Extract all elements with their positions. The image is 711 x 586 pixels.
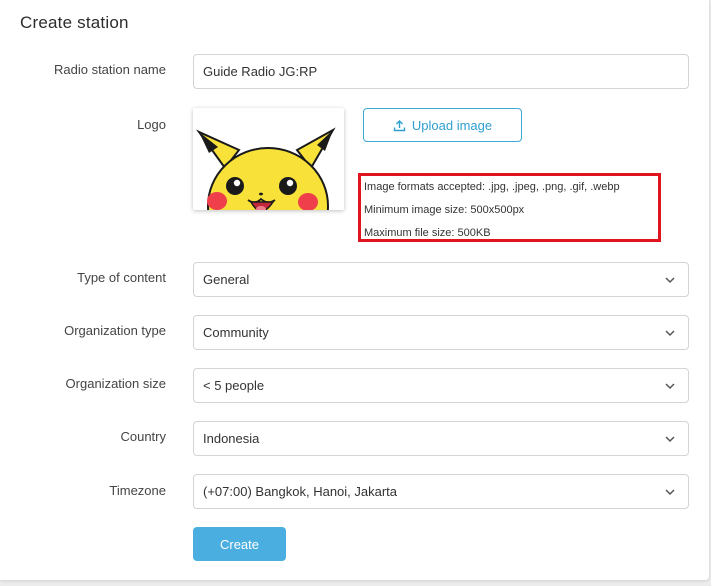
min-image-size-text: Minimum image size: 500x500px	[364, 204, 525, 216]
country-select[interactable]: Indonesia	[193, 421, 689, 456]
organization-size-label: Organization size	[65, 376, 166, 391]
radio-station-name-input[interactable]	[193, 54, 689, 89]
country-value: Indonesia	[203, 431, 260, 446]
chevron-down-icon	[665, 330, 675, 337]
organization-size-select[interactable]: < 5 people	[193, 368, 689, 403]
logo-preview	[193, 108, 344, 210]
radio-station-name-label: Radio station name	[53, 62, 166, 77]
create-button[interactable]: Create	[193, 527, 286, 561]
upload-icon	[393, 119, 406, 131]
country-label: Country	[120, 429, 166, 444]
organization-type-value: Community	[203, 325, 269, 340]
type-of-content-value: General	[203, 272, 250, 287]
pikachu-logo-image	[195, 127, 336, 210]
create-station-card: Create station Radio station name Logo	[0, 0, 709, 580]
chevron-down-icon	[665, 277, 675, 284]
logo-label: Logo	[137, 117, 166, 132]
type-of-content-label: Type of content	[77, 270, 166, 285]
chevron-down-icon	[665, 489, 675, 496]
organization-size-value: < 5 people	[203, 378, 265, 393]
image-requirements-box: Image formats accepted: .jpg, .jpeg, .pn…	[358, 173, 661, 242]
page-title: Create station	[20, 13, 129, 32]
upload-image-button[interactable]: Upload image	[363, 108, 522, 142]
organization-type-select[interactable]: Community	[193, 315, 689, 350]
type-of-content-select[interactable]: General	[193, 262, 689, 297]
chevron-down-icon	[665, 383, 675, 390]
timezone-label: Timezone	[109, 483, 166, 498]
image-formats-text: Image formats accepted: .jpg, .jpeg, .pn…	[364, 181, 620, 193]
upload-image-label: Upload image	[411, 117, 493, 133]
max-file-size-text: Maximum file size: 500KB	[364, 227, 491, 239]
chevron-down-icon	[665, 436, 675, 443]
timezone-select[interactable]: (+07:00) Bangkok, Hanoi, Jakarta	[193, 474, 689, 509]
organization-type-label: Organization type	[64, 323, 166, 338]
timezone-value: (+07:00) Bangkok, Hanoi, Jakarta	[203, 484, 398, 499]
